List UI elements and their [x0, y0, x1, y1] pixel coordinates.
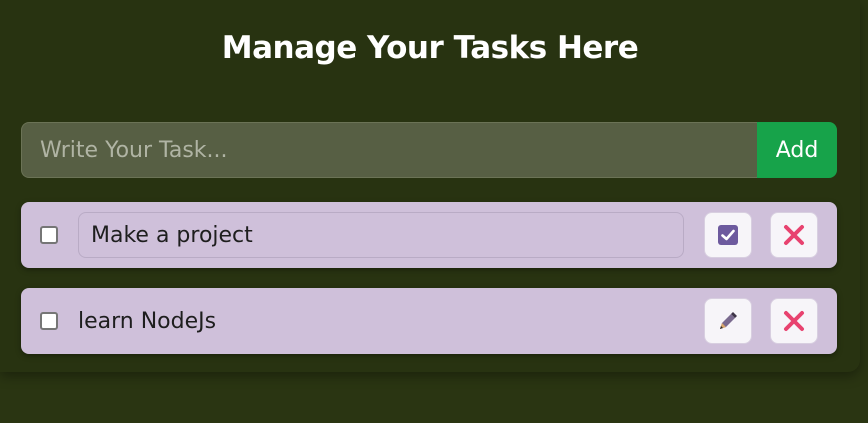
task-checkbox[interactable]: [40, 312, 58, 330]
save-check-icon: [717, 224, 739, 246]
task-edit-input[interactable]: [78, 212, 684, 258]
task-item: learn NodeJs: [21, 288, 837, 354]
add-task-form: Add: [21, 122, 837, 178]
edit-button[interactable]: [704, 298, 752, 344]
task-actions: [704, 298, 818, 344]
delete-x-icon: [783, 224, 805, 246]
add-button[interactable]: Add: [757, 122, 837, 178]
delete-button[interactable]: [770, 212, 818, 258]
task-actions: [704, 212, 818, 258]
delete-x-icon: [783, 310, 805, 332]
task-item: [21, 202, 837, 268]
task-checkbox[interactable]: [40, 226, 58, 244]
task-input[interactable]: [21, 122, 757, 178]
page-title: Manage Your Tasks Here: [221, 30, 639, 66]
edit-pencil-icon: [716, 309, 740, 333]
save-button[interactable]: [704, 212, 752, 258]
todo-app-card: Manage Your Tasks Here Add: [0, 0, 860, 372]
task-text: learn NodeJs: [78, 308, 217, 334]
delete-button[interactable]: [770, 298, 818, 344]
